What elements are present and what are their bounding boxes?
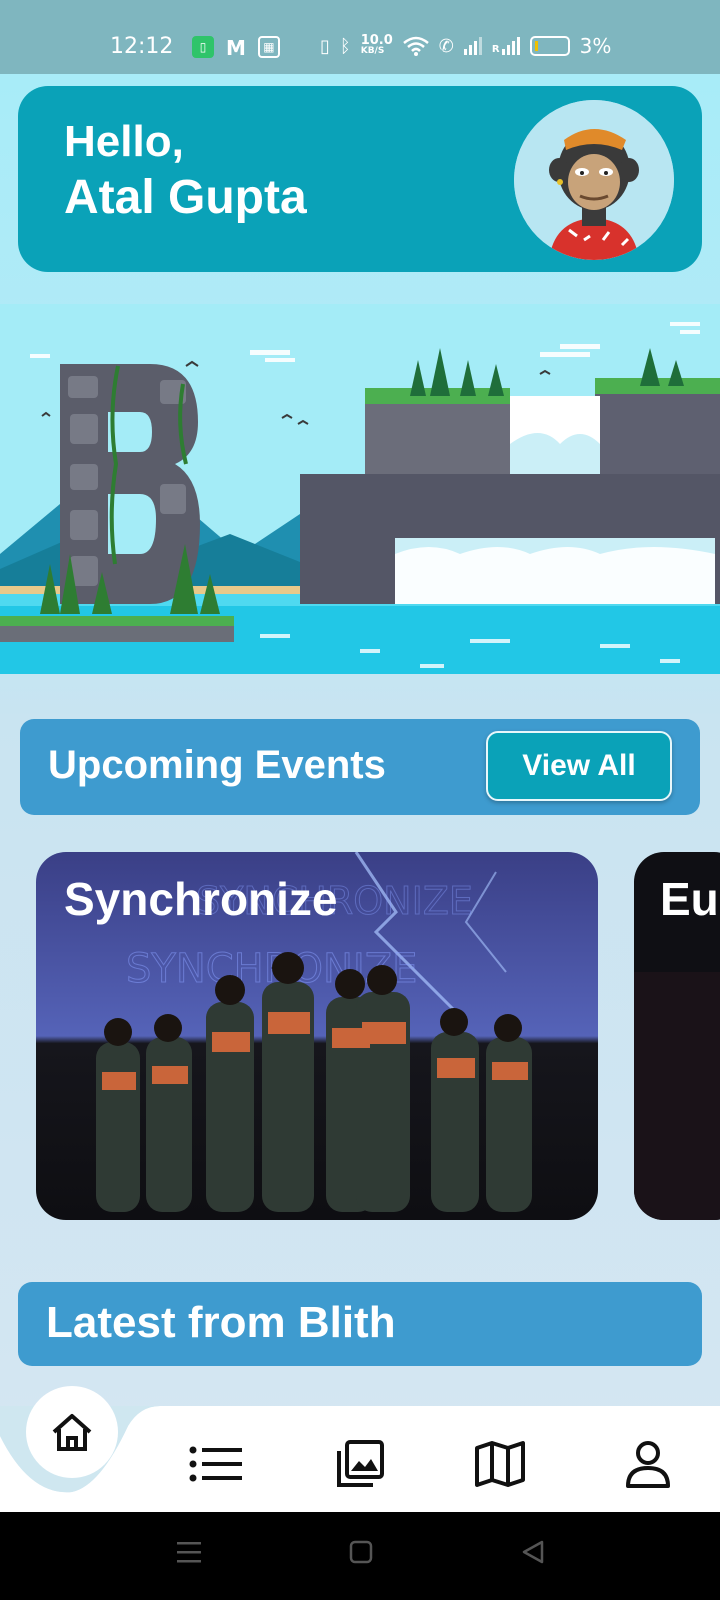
upcoming-events-title: Upcoming Events — [48, 743, 386, 787]
notification-icons: ▯ M ▦ — [192, 36, 280, 60]
gmail-icon: M — [226, 36, 246, 60]
status-bar: 12:12 ▯ M ▦ ▯ ᛒ 10.0 KB/S ✆ R 3% — [0, 0, 720, 74]
banner-illustration — [0, 304, 720, 674]
user-name: Atal Gupta — [64, 171, 307, 224]
gallery-icon — [337, 1440, 384, 1487]
event-card-title: Synchronize — [64, 873, 338, 925]
roaming-label: R — [491, 44, 500, 55]
profile-icon — [626, 1441, 670, 1488]
net-speed-value: 10.0 — [360, 33, 393, 48]
back-icon[interactable] — [520, 1540, 546, 1564]
event-card-title: Eu — [660, 873, 719, 925]
event-card[interactable]: Eu — [634, 852, 720, 1220]
greeting-text: Hello, Atal Gupta — [64, 116, 307, 228]
nav-events-list[interactable] — [185, 1436, 245, 1492]
upcoming-events-header: Upcoming Events View All — [20, 719, 700, 815]
gallery-icon: ▦ — [257, 36, 280, 58]
system-indicators: ▯ ᛒ 10.0 KB/S ✆ R 3% — [320, 34, 611, 58]
signal-icon — [463, 37, 482, 55]
recent-apps-icon[interactable] — [176, 1540, 202, 1564]
nav-gallery[interactable] — [330, 1436, 390, 1492]
status-time: 12:12 — [110, 34, 174, 59]
home-icon — [52, 1414, 92, 1451]
nav-map[interactable] — [470, 1436, 530, 1492]
greeting-card: Hello, Atal Gupta — [18, 86, 702, 272]
view-all-button[interactable]: View All — [486, 731, 672, 801]
ape-avatar-icon — [514, 100, 674, 260]
map-icon — [475, 1441, 525, 1487]
latest-from-blith-header: Latest from Blith — [18, 1282, 702, 1366]
event-card[interactable]: SYNCHRONIZE SYNCHRONIZE Synchronize — [36, 852, 598, 1220]
net-speed: 10.0 KB/S — [360, 33, 393, 57]
vibrate-icon: ▯ — [320, 35, 330, 57]
greeting-label: Hello, — [64, 117, 184, 166]
nav-profile[interactable] — [618, 1436, 678, 1492]
battery-percent: 3% — [579, 34, 612, 58]
roaming-signal: R — [492, 37, 520, 55]
latest-title: Latest from Blith — [46, 1298, 396, 1347]
avatar[interactable] — [514, 100, 674, 260]
nav-home[interactable] — [26, 1386, 118, 1478]
bluetooth-icon: ᛒ — [339, 35, 351, 57]
wifi-calling-icon: ✆ — [438, 35, 454, 57]
system-navigation-bar — [0, 1512, 720, 1600]
list-icon — [189, 1446, 242, 1482]
home-screen: Hello, Atal Gupta Upcoming Events View A… — [0, 74, 720, 1506]
bottom-navigation — [0, 1386, 720, 1512]
net-speed-unit: KB/S — [360, 46, 385, 56]
wifi-icon — [402, 36, 429, 56]
home-button-icon[interactable] — [349, 1540, 373, 1564]
notification-app-icon: ▯ — [192, 36, 214, 58]
battery-icon — [529, 36, 570, 56]
